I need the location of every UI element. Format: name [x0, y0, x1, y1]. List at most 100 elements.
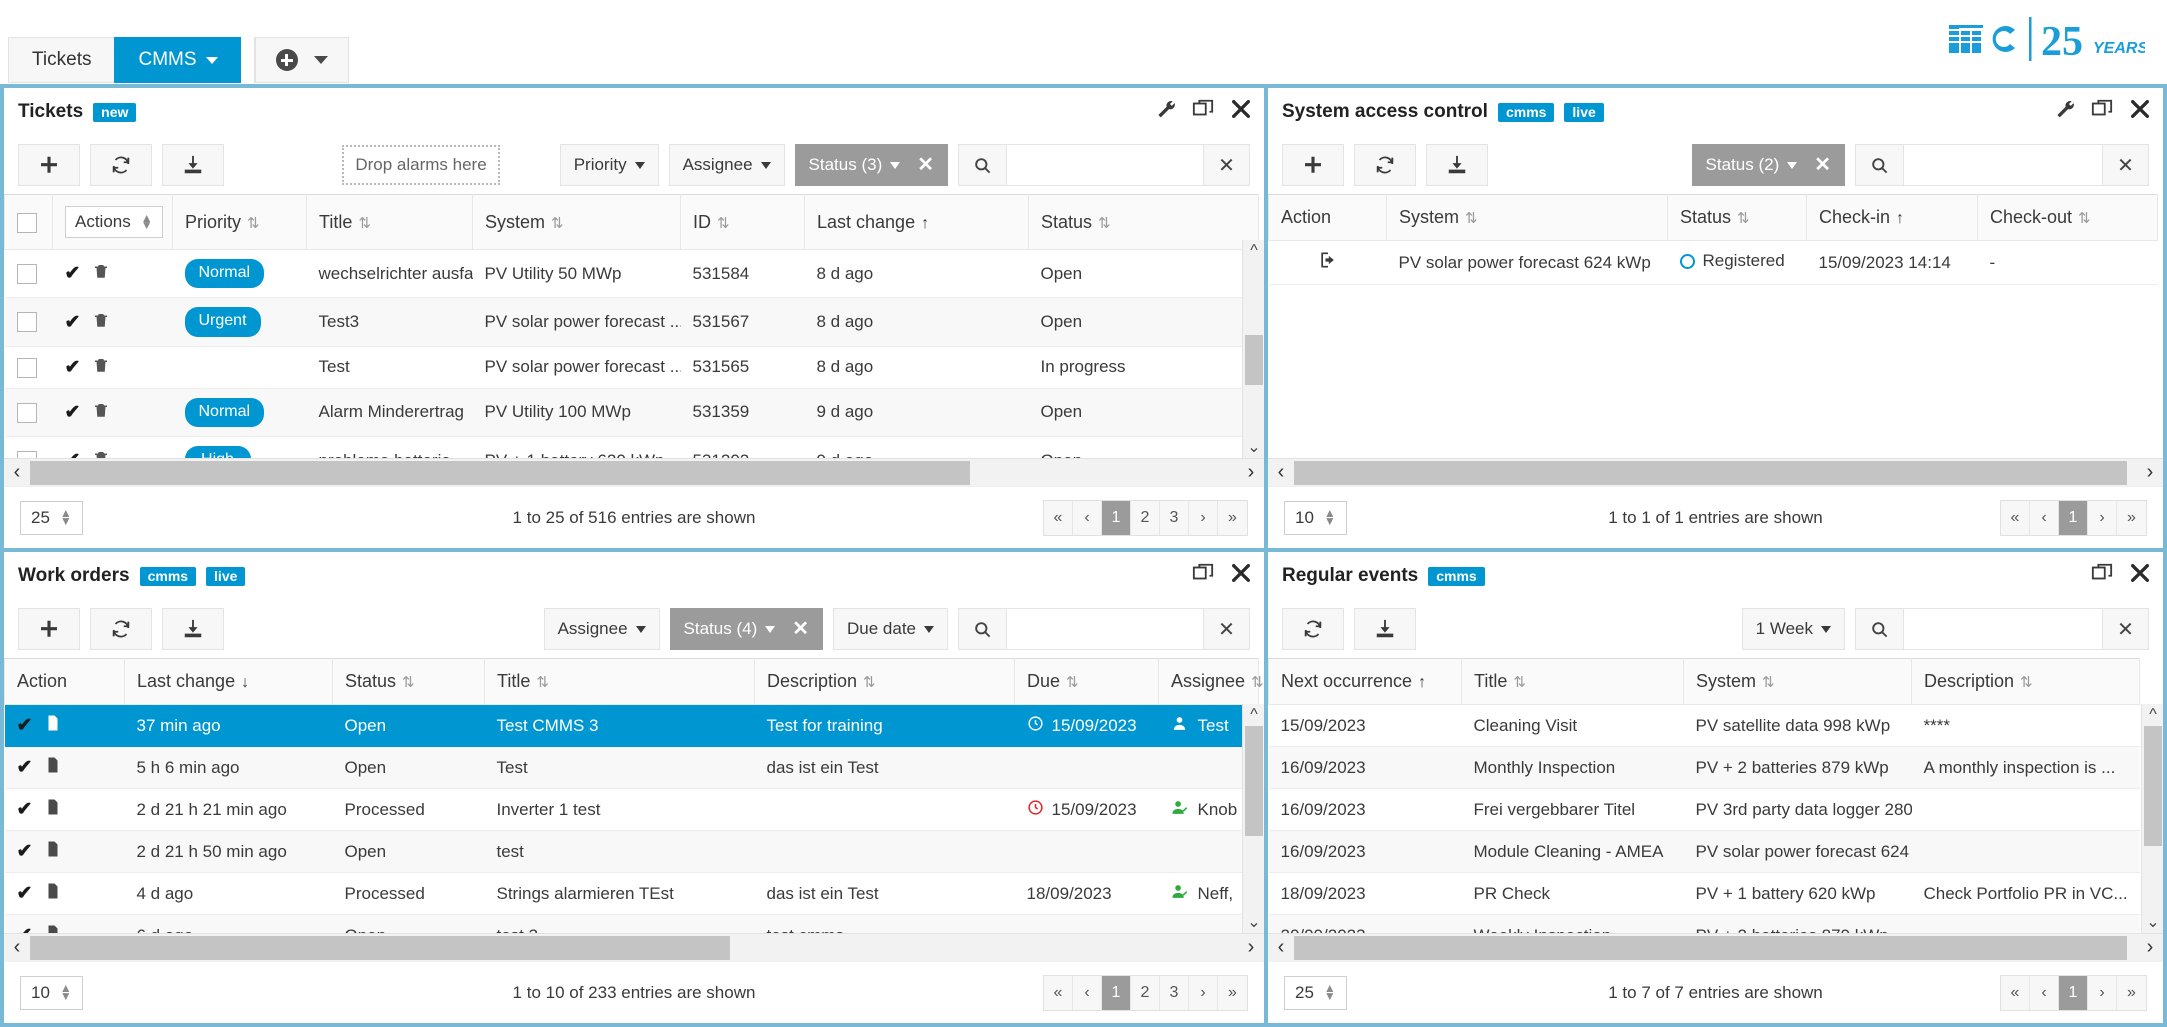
sac-col-system[interactable]: System ⇅ [1386, 194, 1668, 241]
page-1[interactable]: 1 [2059, 975, 2088, 1010]
table-row[interactable]: ✔ Test PV solar power forecast ... 53156… [4, 346, 1259, 389]
tickets-filter-status-clear-icon[interactable]: ✕ [917, 155, 934, 175]
sac-filter-status-clear-icon[interactable]: ✕ [1814, 155, 1831, 175]
scroll-up-icon[interactable]: ^ [1243, 240, 1264, 262]
table-row[interactable]: 15/09/2023 Cleaning Visit PV satellite d… [1268, 704, 2140, 747]
page-next[interactable]: › [2088, 500, 2117, 535]
confirm-icon[interactable]: ✔ [65, 356, 81, 379]
scroll-right-icon[interactable]: › [2137, 934, 2163, 962]
confirm-icon[interactable]: ✔ [65, 262, 81, 285]
scroll-right-icon[interactable]: › [1238, 934, 1264, 962]
confirm-icon[interactable]: ✔ [65, 311, 81, 334]
re-col-system[interactable]: System ⇅ [1683, 658, 1912, 705]
scroll-left-icon[interactable]: ‹ [1268, 459, 1294, 487]
wo-export-button[interactable] [162, 608, 224, 650]
page-last[interactable]: » [1218, 500, 1247, 535]
re-col-nextoccurrence[interactable]: Next occurrence ↑ [1268, 658, 1462, 705]
scroll-left-icon[interactable]: ‹ [4, 934, 30, 962]
document-icon[interactable] [44, 756, 62, 779]
close-icon[interactable] [1230, 98, 1252, 120]
checkout-icon[interactable] [1318, 252, 1338, 274]
windows-icon[interactable] [2091, 562, 2113, 584]
wo-col-due[interactable]: Due ⇅ [1014, 658, 1159, 705]
tickets-actions-dropdown[interactable]: Actions ▲ ▼ [65, 206, 163, 238]
wo-filter-duedate[interactable]: Due date [833, 608, 948, 650]
table-row[interactable]: ✔ 2 d 21 h 21 min ago Processed Inverter… [4, 788, 1259, 831]
table-row[interactable]: 18/09/2023 PR Check PV + 1 battery 620 k… [1268, 872, 2140, 915]
confirm-icon[interactable]: ✔ [65, 449, 81, 458]
sac-export-button[interactable] [1426, 144, 1488, 186]
wo-refresh-button[interactable] [90, 608, 152, 650]
tickets-col-title[interactable]: Title ⇅ [306, 194, 473, 250]
table-row[interactable]: ✔ High problema batteria PV + 1 battery … [4, 436, 1259, 458]
row-checkbox[interactable] [16, 263, 37, 284]
scroll-left-icon[interactable]: ‹ [1268, 934, 1294, 962]
wrench-icon[interactable] [2053, 98, 2075, 120]
scroll-left-icon[interactable]: ‹ [4, 459, 30, 487]
scroll-right-icon[interactable]: › [2137, 459, 2163, 487]
table-row[interactable]: ✔ 5 h 6 min ago Open Test das ist ein Te… [4, 746, 1259, 789]
sac-search-input[interactable] [1904, 145, 2102, 185]
close-icon[interactable] [2129, 98, 2151, 120]
wrench-icon[interactable] [1154, 98, 1176, 120]
document-icon[interactable] [44, 840, 62, 863]
sac-page-size-stepper[interactable]: 10 ▲ ▼ [1284, 500, 1347, 535]
page-next[interactable]: › [2088, 975, 2117, 1010]
sac-col-checkout[interactable]: Check-out ⇅ [1977, 194, 2158, 241]
page-prev[interactable]: ‹ [1073, 975, 1102, 1010]
page-first[interactable]: « [2001, 975, 2030, 1010]
row-checkbox[interactable] [16, 402, 37, 423]
confirm-icon[interactable]: ✔ [17, 840, 33, 863]
tickets-col-status[interactable]: Status ⇅ [1028, 194, 1259, 250]
page-first[interactable]: « [2001, 500, 2030, 535]
wo-search-input[interactable] [1007, 609, 1203, 649]
sac-filter-status[interactable]: Status (2) ✕ [1691, 144, 1845, 186]
trash-icon[interactable] [92, 262, 110, 285]
page-first[interactable]: « [1044, 500, 1073, 535]
table-row[interactable]: 16/09/2023 Frei vergebbarer Titel PV 3rd… [1268, 788, 2140, 831]
tickets-page-size-stepper[interactable]: 25 ▲ ▼ [20, 500, 83, 535]
confirm-icon[interactable]: ✔ [17, 924, 33, 933]
page-prev[interactable]: ‹ [2030, 500, 2059, 535]
tickets-col-priority[interactable]: Priority ⇅ [172, 194, 307, 250]
page-next[interactable]: › [1189, 500, 1218, 535]
row-checkbox[interactable] [16, 357, 37, 378]
re-filter-timerange[interactable]: 1 Week [1741, 608, 1845, 650]
sac-col-checkin[interactable]: Check-in ↑ [1806, 194, 1978, 241]
table-row[interactable]: 20/09/2023 Weekly Inspection PV + 2 batt… [1268, 914, 2140, 933]
tickets-col-lastchange[interactable]: Last change ↑ [804, 194, 1029, 250]
table-row[interactable]: ✔ Normal wechselrichter ausfall PV Utili… [4, 249, 1259, 299]
page-3[interactable]: 3 [1160, 500, 1189, 535]
tickets-filter-status[interactable]: Status (3) ✕ [794, 144, 948, 186]
tickets-search-clear-icon[interactable]: ✕ [1203, 145, 1249, 185]
windows-icon[interactable] [1192, 562, 1214, 584]
page-1[interactable]: 1 [1102, 975, 1131, 1010]
re-horizontal-scrollbar[interactable]: ‹ › [1268, 933, 2163, 961]
close-icon[interactable] [2129, 562, 2151, 584]
wo-filter-status[interactable]: Status (4) ✕ [669, 608, 823, 650]
windows-icon[interactable] [1192, 98, 1214, 120]
tickets-col-system[interactable]: System ⇅ [472, 194, 681, 250]
document-icon[interactable] [44, 924, 62, 933]
table-row[interactable]: PV solar power forecast 624 kWp Register… [1268, 240, 2158, 285]
page-last[interactable]: » [2117, 500, 2146, 535]
confirm-icon[interactable]: ✔ [17, 756, 33, 779]
confirm-icon[interactable]: ✔ [65, 401, 81, 424]
scrollbar-thumb[interactable] [2144, 726, 2162, 846]
hscroll-track[interactable] [30, 934, 1238, 962]
table-row[interactable]: ✔ Normal Alarm Minderertrag PV Utility 1… [4, 388, 1259, 438]
wo-filter-status-clear-icon[interactable]: ✕ [792, 619, 809, 639]
sac-add-button[interactable] [1282, 144, 1344, 186]
table-row[interactable]: 16/09/2023 Module Cleaning - AMEA PV sol… [1268, 830, 2140, 873]
tickets-add-button[interactable] [18, 144, 80, 186]
wo-horizontal-scrollbar[interactable]: ‹ › [4, 933, 1264, 961]
page-3[interactable]: 3 [1160, 975, 1189, 1010]
add-widget-button[interactable] [254, 37, 349, 83]
wo-page-size-stepper[interactable]: 10 ▲ ▼ [20, 975, 83, 1010]
wo-col-status[interactable]: Status ⇅ [332, 658, 485, 705]
wo-col-lastchange[interactable]: Last change ↓ [124, 658, 333, 705]
tickets-filter-priority[interactable]: Priority [559, 144, 659, 186]
wo-search-clear-icon[interactable]: ✕ [1203, 609, 1249, 649]
page-next[interactable]: › [1189, 975, 1218, 1010]
confirm-icon[interactable]: ✔ [17, 714, 33, 737]
